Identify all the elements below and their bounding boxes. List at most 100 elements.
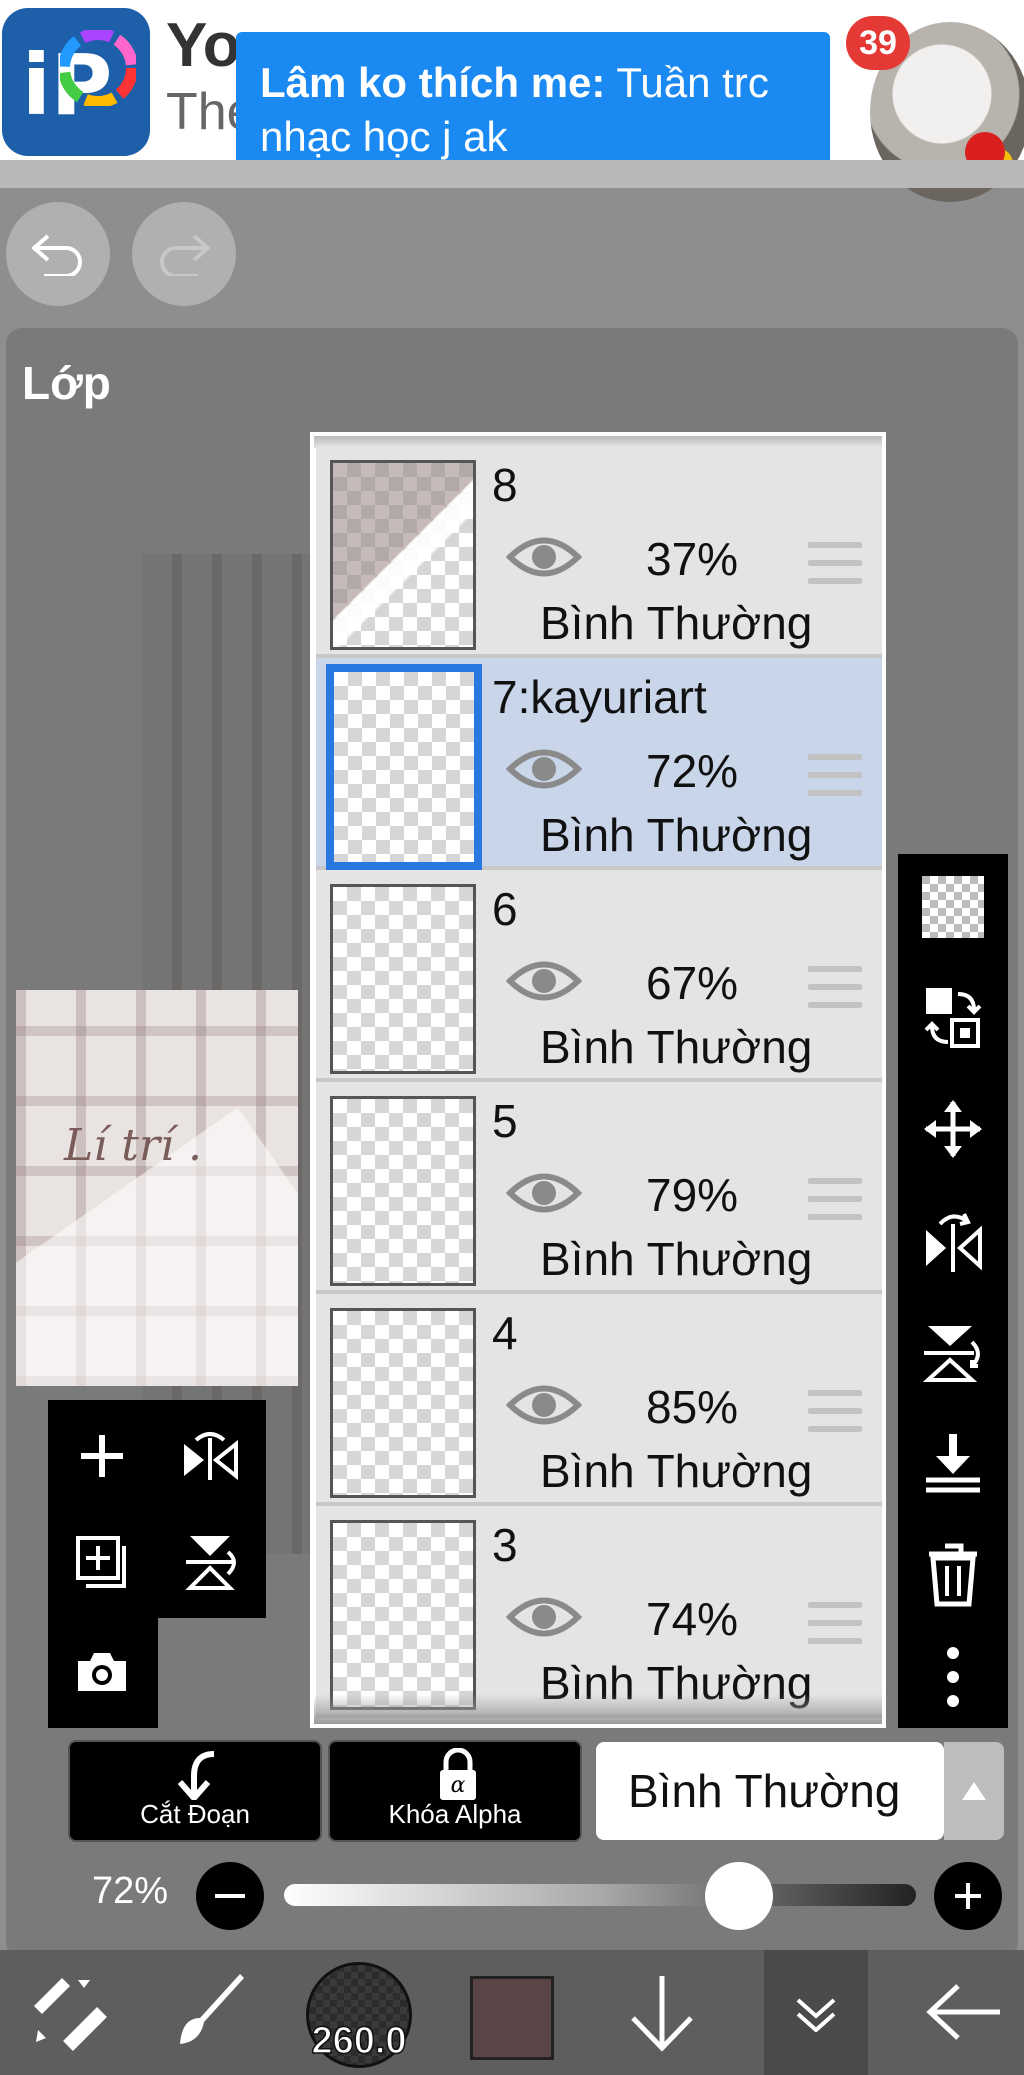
layer-opacity: 74% [646, 1593, 739, 1645]
layer-opacity: 85% [646, 1381, 739, 1433]
arrow-down-icon [631, 1976, 693, 2052]
flip-vertical-icon [922, 1326, 980, 1382]
drag-handle-icon[interactable] [808, 1390, 862, 1444]
layer-row-4[interactable]: 4 85% Bình Thường [316, 1294, 882, 1506]
add-layer-button[interactable] [52, 1406, 152, 1506]
plus-icon [955, 1883, 981, 1909]
drag-handle-icon[interactable] [808, 1178, 862, 1232]
brush-tool-button[interactable] [160, 1956, 260, 2068]
layer-blend-mode: Bình Thường [540, 1021, 813, 1073]
layer-thumbnail [330, 1096, 476, 1286]
back-button[interactable] [914, 1956, 1014, 2068]
visibility-eye-icon[interactable] [506, 1380, 582, 1430]
color-swatch-button[interactable] [470, 1976, 554, 2060]
layer-thumbnail [326, 664, 482, 870]
triangle-up-icon [962, 1782, 986, 1800]
layer-name: 4 [492, 1307, 518, 1359]
delete-layer-button[interactable] [898, 1522, 1008, 1628]
app-header-title: Yo [166, 11, 241, 80]
duplicate-layer-icon [76, 1536, 126, 1588]
move-arrows-icon [924, 1100, 982, 1158]
arrow-left-icon [926, 1984, 1000, 2040]
drag-handle-icon[interactable] [808, 754, 862, 808]
swap-layer-icon [924, 988, 982, 1048]
visibility-eye-icon[interactable] [506, 744, 582, 794]
drag-handle-icon[interactable] [808, 966, 862, 1020]
blend-mode-dropdown-button[interactable] [944, 1742, 1004, 1840]
layer-thumbnail [330, 1520, 476, 1710]
duplicate-layer-button[interactable] [52, 1512, 152, 1612]
plus-icon [81, 1435, 123, 1477]
layer-name: 8 [492, 459, 518, 511]
opacity-decrease-button[interactable] [196, 1862, 264, 1930]
layer-row-3[interactable]: 3 74% Bình Thường [316, 1506, 882, 1718]
redo-button[interactable] [132, 202, 236, 306]
layer-blend-mode: Bình Thường [540, 1233, 813, 1285]
opacity-increase-button[interactable] [934, 1862, 1002, 1930]
flip-layer-vertical-button[interactable] [898, 1300, 1008, 1406]
camera-import-button[interactable] [52, 1622, 152, 1722]
layer-opacity: 79% [646, 1169, 739, 1221]
visibility-eye-icon[interactable] [506, 1168, 582, 1218]
merge-down-icon [926, 1434, 980, 1493]
flip-vertical-button[interactable] [160, 1512, 260, 1612]
brush-size-value: 260.0 [311, 2019, 408, 2063]
visibility-eye-icon[interactable] [506, 1592, 582, 1642]
top-divider [0, 160, 1024, 188]
transparent-fill-button[interactable] [898, 854, 1008, 960]
trash-icon [929, 1543, 977, 1607]
collapse-panel-button[interactable] [764, 1956, 868, 2068]
layer-panel-title: Lớp [22, 357, 111, 409]
layer-opacity: 67% [646, 957, 739, 1009]
merge-down-button[interactable] [898, 1410, 1008, 1516]
layer-down-button[interactable] [612, 1956, 712, 2068]
canvas-preview[interactable]: Lí trí . [16, 990, 298, 1386]
layer-thumbnail [330, 884, 476, 1074]
camera-icon [78, 1653, 126, 1691]
flip-vertical-icon [185, 1536, 236, 1590]
layer-name: 3 [492, 1519, 518, 1571]
double-chevron-down-icon [796, 1998, 836, 2032]
layer-opacity: 37% [646, 533, 739, 585]
checkerboard-icon [922, 876, 984, 938]
undo-button[interactable] [6, 202, 110, 306]
layer-name: 5 [492, 1095, 518, 1147]
layer-thumbnail [330, 460, 476, 650]
color-wheel-icon [60, 30, 136, 106]
minus-icon [215, 1894, 245, 1898]
layer-row-7-kayuriart[interactable]: 7:kayuriart 72% Bình Thường [316, 658, 882, 870]
visibility-eye-icon[interactable] [506, 532, 582, 582]
transform-tool-button[interactable] [18, 1956, 118, 2068]
layer-row-8[interactable]: 8 37% Bình Thường [316, 446, 882, 658]
flip-layer-horizontal-button[interactable] [898, 1188, 1008, 1294]
drag-handle-icon[interactable] [808, 1602, 862, 1656]
left-layer-tools-lower [48, 1618, 158, 1728]
brush-icon [180, 1974, 244, 2044]
layer-row-5[interactable]: 5 79% Bình Thường [316, 1082, 882, 1294]
layer-list[interactable]: 8 37% Bình Thường 7:kayuriart 72% Bình T… [310, 432, 886, 1728]
redo-icon [160, 234, 210, 276]
blend-mode-select[interactable]: Bình Thường [596, 1742, 944, 1840]
swap-layer-button[interactable] [898, 964, 1008, 1070]
opacity-slider-track[interactable] [284, 1884, 916, 1906]
visibility-eye-icon[interactable] [506, 956, 582, 1006]
ibispaint-app-icon[interactable]: iP [2, 8, 150, 156]
drag-handle-icon[interactable] [808, 542, 862, 596]
more-options-button[interactable] [898, 1624, 1008, 1730]
alpha-lock-button[interactable]: α Khóa Alpha [328, 1740, 582, 1842]
clipping-arrow-icon [177, 1751, 215, 1800]
flip-horizontal-icon [926, 1213, 982, 1272]
layer-row-6[interactable]: 6 67% Bình Thường [316, 870, 882, 1082]
layer-name: 6 [492, 883, 518, 935]
preview-signature-text: Lí trí . [64, 1120, 203, 1171]
layer-blend-mode: Bình Thường [540, 1445, 813, 1497]
undo-icon [32, 234, 82, 276]
unread-count-badge: 39 [846, 16, 910, 70]
opacity-slider-knob[interactable] [705, 1862, 774, 1930]
more-vertical-icon [947, 1647, 959, 1707]
flip-horizontal-button[interactable] [160, 1406, 260, 1506]
lock-alpha-icon: α [440, 1748, 476, 1800]
move-layer-button[interactable] [898, 1076, 1008, 1182]
clipping-label: Cắt Đoạn [140, 1799, 250, 1829]
clipping-button[interactable]: Cắt Đoạn [68, 1740, 322, 1842]
